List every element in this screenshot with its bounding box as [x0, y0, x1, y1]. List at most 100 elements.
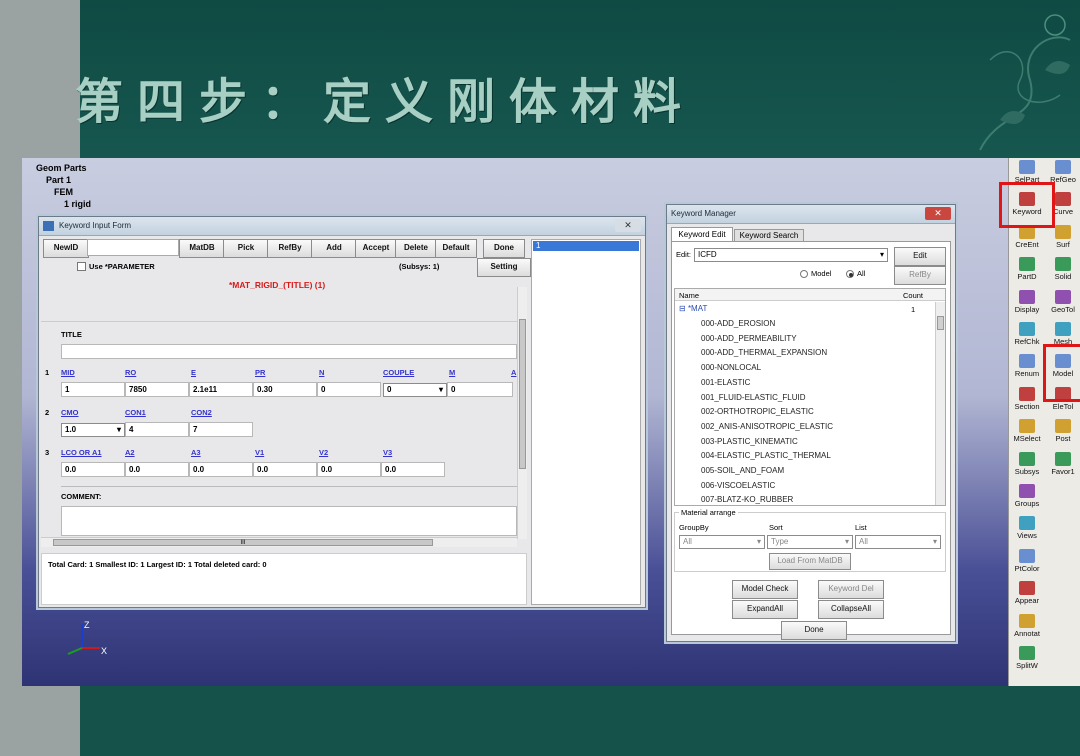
toolbar-button[interactable]: Solid	[1043, 257, 1080, 281]
model-check-button[interactable]: Model Check	[732, 580, 798, 599]
toolbar-button[interactable]: Display	[1007, 289, 1047, 314]
toolbar-button[interactable]: CreEnt	[1007, 224, 1047, 249]
keyword-list-item[interactable]: 006-VISCOELASTIC	[701, 479, 775, 494]
toolbar-button[interactable]: RefGeo	[1043, 160, 1080, 184]
collapse-all-button[interactable]: CollapseAll	[818, 600, 884, 619]
couple-label[interactable]: COUPLE	[383, 368, 414, 377]
id-list-item[interactable]: 1	[533, 241, 639, 251]
toolbar-button[interactable]: Section	[1007, 386, 1047, 411]
edit-button[interactable]: Edit	[894, 247, 946, 266]
n-label[interactable]: N	[319, 368, 324, 377]
toolbar-button[interactable]: RefChk	[1007, 322, 1047, 346]
v1-label[interactable]: V1	[255, 448, 264, 457]
e-input[interactable]: 2.1e11	[189, 382, 253, 397]
toolbar-button[interactable]: Post	[1043, 419, 1080, 443]
toolbar-button[interactable]: Renum	[1007, 354, 1047, 378]
km-list-scrollbar[interactable]	[935, 302, 945, 505]
v2-input[interactable]: 0.0	[317, 462, 381, 477]
v3-input[interactable]: 0.0	[381, 462, 445, 477]
tab-keyword-search[interactable]: Keyword Search	[734, 229, 804, 241]
keyword-list-item[interactable]: 007-BLATZ-KO_RUBBER	[701, 493, 793, 505]
lco-input[interactable]: 0.0	[61, 462, 125, 477]
con2-input[interactable]: 7	[189, 422, 253, 437]
comment-input[interactable]	[61, 506, 517, 536]
toolbar-button[interactable]: PtColor	[1007, 548, 1047, 573]
tree-item-rigid[interactable]: 1 rigid	[24, 198, 91, 210]
m-input[interactable]: 0	[447, 382, 513, 397]
keyword-list-item[interactable]: 000-ADD_EROSION	[701, 317, 775, 332]
toolbar-button[interactable]: Favor1	[1043, 451, 1080, 476]
load-from-matdb-button[interactable]: Load From MatDB	[769, 553, 851, 570]
keyword-list-item[interactable]: 000-ADD_PERMEABILITY	[701, 332, 797, 347]
col-count[interactable]: Count	[903, 291, 923, 300]
pick-button[interactable]: Pick	[223, 239, 269, 258]
tree-item-fem[interactable]: FEM	[24, 186, 91, 198]
pr-label[interactable]: PR	[255, 368, 265, 377]
cmo-select[interactable]: 1.0	[61, 423, 125, 437]
keyword-list-item[interactable]: 000-NONLOCAL	[701, 361, 761, 376]
use-parameter-checkbox[interactable]	[77, 262, 86, 271]
ro-label[interactable]: RO	[125, 368, 136, 377]
done-button[interactable]: Done	[483, 239, 525, 258]
toolbar-button[interactable]: Surf	[1043, 224, 1080, 249]
toolbar-button[interactable]: Subsys	[1007, 451, 1047, 476]
m-label[interactable]: M	[449, 368, 455, 377]
matdb-button[interactable]: MatDB	[179, 239, 225, 258]
a3-label[interactable]: A3	[191, 448, 201, 457]
refby-button[interactable]: RefBy	[894, 266, 946, 285]
default-button[interactable]: Default	[435, 239, 477, 258]
accept-button[interactable]: Accept	[355, 239, 397, 258]
ro-input[interactable]: 7850	[125, 382, 189, 397]
delete-button[interactable]: Delete	[395, 239, 437, 258]
sort-select[interactable]: Type	[767, 535, 853, 549]
tree-group-mat[interactable]: ⊟ *MAT	[679, 302, 707, 317]
e-label[interactable]: E	[191, 368, 196, 377]
radio-model[interactable]	[800, 270, 808, 278]
kif-vertical-scrollbar[interactable]	[517, 287, 527, 539]
con1-input[interactable]: 4	[125, 422, 189, 437]
couple-select[interactable]: 0	[383, 383, 447, 397]
col-name[interactable]: Name	[679, 291, 699, 300]
keyword-list-item[interactable]: 001-ELASTIC	[701, 376, 750, 391]
con2-label[interactable]: CON2	[191, 408, 212, 417]
tree-item-geom-parts[interactable]: Geom Parts	[24, 162, 91, 174]
toolbar-button[interactable]: SelPart	[1007, 160, 1047, 184]
mid-input[interactable]: 1	[61, 382, 125, 397]
toolbar-button[interactable]: Annotat	[1007, 613, 1047, 638]
radio-all[interactable]	[846, 270, 854, 278]
v3-label[interactable]: V3	[383, 448, 392, 457]
keyword-edit-select[interactable]: ICFD	[694, 248, 888, 262]
tab-keyword-edit[interactable]: Keyword Edit	[671, 227, 733, 241]
a2-label[interactable]: A2	[125, 448, 135, 457]
title-input[interactable]	[61, 344, 517, 359]
a2-input[interactable]: 0.0	[125, 462, 189, 477]
toolbar-button[interactable]: GeoTol	[1043, 289, 1080, 314]
km-scroll-thumb[interactable]	[937, 316, 944, 330]
a-label[interactable]: A	[511, 368, 516, 377]
km-done-button[interactable]: Done	[781, 621, 847, 640]
refby-button[interactable]: RefBy	[267, 239, 313, 258]
toolbar-button[interactable]: Views	[1007, 516, 1047, 540]
keyword-list-item[interactable]: 002_ANIS-ANISOTROPIC_ELASTIC	[701, 420, 833, 435]
keyword-list-item[interactable]: 000-ADD_THERMAL_EXPANSION	[701, 346, 827, 361]
a3-input[interactable]: 0.0	[189, 462, 253, 477]
newid-field[interactable]	[87, 239, 179, 256]
cmo-label[interactable]: CMO	[61, 408, 79, 417]
close-icon[interactable]: ✕	[925, 207, 951, 220]
con1-label[interactable]: CON1	[125, 408, 146, 417]
scroll-thumb[interactable]	[519, 319, 526, 469]
toolbar-button[interactable]: PartD	[1007, 257, 1047, 281]
toolbar-button[interactable]: Appear	[1007, 581, 1047, 605]
lco-label[interactable]: LCO OR A1	[61, 448, 102, 457]
close-icon[interactable]: ✕	[615, 219, 641, 232]
km-titlebar[interactable]: Keyword Manager ✕	[667, 205, 955, 224]
mid-label[interactable]: MID	[61, 368, 75, 377]
kif-titlebar[interactable]: Keyword Input Form ✕	[39, 217, 645, 236]
groupby-select[interactable]: All	[679, 535, 765, 549]
toolbar-button[interactable]: Mesh	[1043, 322, 1080, 346]
keyword-list-item[interactable]: 004-ELASTIC_PLASTIC_THERMAL	[701, 449, 831, 464]
expand-all-button[interactable]: ExpandAll	[732, 600, 798, 619]
tree-item-part[interactable]: Part 1	[24, 174, 91, 186]
toolbar-button[interactable]: MSelect	[1007, 419, 1047, 443]
n-input[interactable]: 0	[317, 382, 381, 397]
